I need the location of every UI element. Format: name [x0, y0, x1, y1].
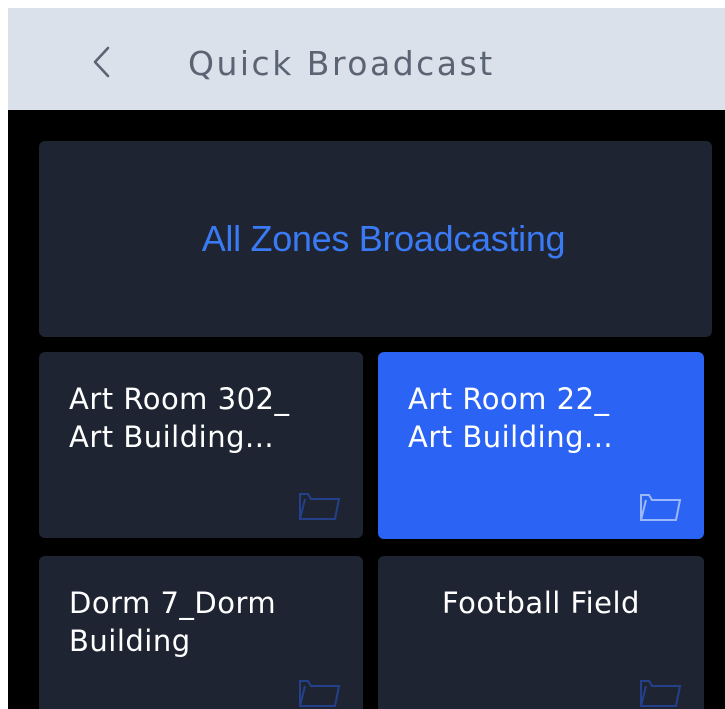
back-button[interactable]	[80, 40, 124, 84]
zone-label: Dorm 7_Dorm Building	[69, 586, 277, 658]
all-zones-label: All Zones Broadcasting	[201, 218, 566, 259]
zone-label: Art Room 302_ Art Building...	[69, 382, 290, 454]
chevron-left-icon	[93, 46, 110, 78]
folder-icon	[638, 489, 682, 523]
folder-icon	[638, 675, 682, 709]
zone-tile-art-room-302[interactable]: Art Room 302_ Art Building...	[39, 352, 363, 538]
folder-icon	[297, 675, 341, 709]
header-bar: Quick Broadcast	[8, 8, 725, 110]
page-title: Quick Broadcast	[188, 44, 495, 83]
quick-broadcast-screen: Quick Broadcast All Zones Broadcasting A…	[0, 0, 725, 709]
zone-label: Football Field	[442, 586, 640, 620]
zone-tile-football-field[interactable]: Football Field	[378, 556, 704, 709]
zone-tile-dorm-7[interactable]: Dorm 7_Dorm Building	[39, 556, 363, 709]
all-zones-broadcast-button[interactable]: All Zones Broadcasting	[39, 141, 712, 337]
zone-label: Art Room 22_ Art Building...	[408, 382, 614, 454]
zone-tile-art-room-22[interactable]: Art Room 22_ Art Building...	[378, 352, 704, 539]
folder-icon	[297, 488, 341, 522]
zone-grid: All Zones Broadcasting Art Room 302_ Art…	[8, 110, 725, 709]
